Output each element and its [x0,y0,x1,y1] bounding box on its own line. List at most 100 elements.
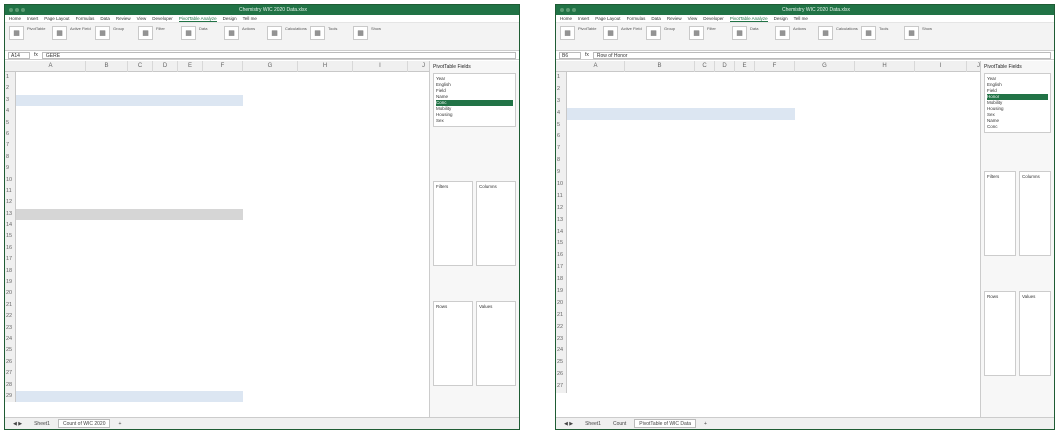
value-cell[interactable] [178,231,201,242]
row-label-cell[interactable] [18,368,84,379]
row-number[interactable]: 24 [556,345,567,358]
row-number[interactable]: 25 [556,357,567,370]
value-cell[interactable] [128,311,151,322]
row-number[interactable]: 11 [556,190,567,203]
value-cell[interactable] [755,179,793,191]
row-number[interactable]: 3 [556,95,567,108]
value-cell[interactable] [755,250,793,262]
value-cell[interactable] [735,310,753,322]
row-number[interactable]: 14 [5,220,16,232]
row-number[interactable]: 9 [556,167,567,180]
menu-tab[interactable]: Developer [152,16,173,21]
value-cell[interactable] [178,129,201,140]
name-box[interactable]: A14 [8,51,30,59]
row-number[interactable]: 27 [5,368,16,380]
row-number[interactable]: 29 [5,390,16,403]
row-number[interactable]: 22 [556,321,567,334]
value-cell[interactable] [755,155,793,167]
value-cell[interactable] [715,227,733,239]
row-label-cell[interactable] [569,179,623,191]
value-cell[interactable] [735,322,753,334]
ribbon-button-icon[interactable]: ▦ [560,26,575,40]
ribbon-button-icon[interactable]: ▦ [861,26,876,40]
column-header[interactable]: E [735,61,755,72]
row-labels-header[interactable] [569,108,623,120]
row-label-cell[interactable] [569,203,623,215]
worksheet-grid[interactable]: A B C D E F G H I J 1 2 3 4 5 6 7 8 9 10 11 12 13 14 15 16 17 18 19 2… [5,61,429,417]
column-header[interactable]: D [715,61,735,72]
value-cell[interactable] [153,197,176,208]
value-cell[interactable] [86,380,126,391]
row-labels-header[interactable] [18,95,84,106]
value-cell[interactable] [178,197,201,208]
value-cell[interactable] [695,369,713,381]
menu-tab[interactable]: Home [560,16,572,21]
value-cell[interactable] [203,277,241,288]
value-cell[interactable] [695,250,713,262]
value-cell[interactable] [178,152,201,163]
value-cell[interactable] [755,215,793,227]
value-cell[interactable] [641,298,693,310]
value-cell[interactable] [755,322,793,334]
value-cell[interactable] [178,323,201,334]
ribbon-button-icon[interactable]: ▦ [353,26,368,40]
menu-tab[interactable]: Data [651,16,661,21]
value-cell[interactable] [715,143,733,155]
row-label-cell[interactable] [18,140,84,151]
value-cell[interactable] [153,140,176,151]
row-label-cell[interactable] [18,254,84,265]
value-cell[interactable] [203,254,241,265]
value-cell[interactable] [695,310,713,322]
value-cell[interactable] [735,274,753,286]
window-controls[interactable] [560,8,576,12]
value-cell[interactable] [755,369,793,381]
column-header[interactable]: J [408,61,429,72]
column-labels-cell[interactable] [641,96,713,108]
row-label-cell[interactable] [569,191,623,203]
value-cell[interactable] [735,357,753,369]
value-cell[interactable] [153,345,176,356]
row-number[interactable]: 6 [556,131,567,144]
value-cell[interactable] [755,357,793,369]
value-cell[interactable] [695,334,713,346]
row-label-cell[interactable] [18,243,84,254]
sheet-tab[interactable]: Sheet1 [581,421,605,427]
value-cell[interactable] [128,231,151,242]
row-label-cell[interactable] [18,334,84,345]
value-cell[interactable] [178,243,201,254]
row-number[interactable]: 25 [5,345,16,357]
ribbon-button-icon[interactable]: ▦ [138,26,153,40]
row-number[interactable]: 3 [5,94,16,107]
value-cell[interactable] [695,357,713,369]
row-number[interactable]: 22 [5,311,16,323]
scroll-arrows-icon[interactable]: ◀ ▶ [560,421,577,427]
value-cell[interactable] [735,262,753,274]
value-cell[interactable] [695,120,713,132]
value-cell[interactable] [735,203,753,215]
value-cell[interactable] [715,357,733,369]
column-header[interactable]: H [298,61,353,72]
row-label-cell[interactable] [18,175,84,186]
row-label-cell[interactable] [18,186,84,197]
column-header-value[interactable] [178,95,201,106]
sheet-tab[interactable]: Sheet1 [30,421,54,427]
value-cell[interactable] [641,227,693,239]
row-number[interactable]: 8 [556,155,567,168]
value-cell[interactable] [178,186,201,197]
value-cell[interactable] [153,243,176,254]
formula-input[interactable]: Row of Honor [592,51,1051,59]
filters-area[interactable]: Filters [984,171,1016,256]
value-cell[interactable] [695,167,713,179]
value-cell[interactable] [715,191,733,203]
grand-total-value[interactable] [178,391,201,402]
value-cell[interactable] [715,274,733,286]
value-cell[interactable] [641,262,693,274]
row-number[interactable]: 10 [5,174,16,186]
value-cell[interactable] [86,254,126,265]
value-cell[interactable] [203,266,241,277]
field-item[interactable]: Sex [436,118,513,124]
ribbon-button-icon[interactable]: ▦ [689,26,704,40]
value-cell[interactable] [203,334,241,345]
column-header[interactable]: G [795,61,855,72]
menu-tab[interactable]: Tell me [794,16,808,21]
